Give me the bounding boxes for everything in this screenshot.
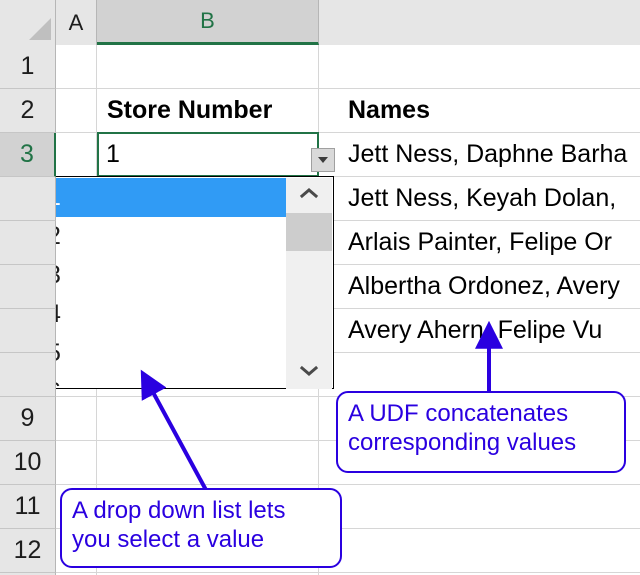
gridline xyxy=(56,572,640,573)
row-header-11[interactable]: 11 xyxy=(0,485,56,529)
dropdown-item[interactable]: 4 xyxy=(37,295,322,334)
selected-cell-b3[interactable]: 1 xyxy=(97,132,319,177)
dropdown-item[interactable]: 3 xyxy=(37,256,322,295)
row-header-8[interactable] xyxy=(0,353,56,397)
scroll-down-button[interactable] xyxy=(286,356,332,386)
dropdown-items[interactable]: 1 2 3 4 5 6 7 8 xyxy=(37,178,322,389)
column-header-b[interactable]: B xyxy=(97,0,319,45)
cell-c5[interactable]: Arlais Painter, Felipe Or xyxy=(339,221,640,264)
row-header-12[interactable]: 12 xyxy=(0,529,56,573)
select-all-corner[interactable] xyxy=(0,0,56,45)
dropdown-item[interactable]: 6 xyxy=(37,373,322,389)
row-header-2[interactable]: 2 xyxy=(0,89,56,133)
cell-c7[interactable]: Avery Ahern, Felipe Vu xyxy=(339,309,640,352)
chevron-up-icon xyxy=(299,188,319,199)
row-header-9[interactable]: 9 xyxy=(0,397,56,441)
chevron-down-icon xyxy=(299,365,319,376)
cell-c6[interactable]: Albertha Ordonez, Avery xyxy=(339,265,640,308)
cell-b2[interactable]: Store Number xyxy=(98,89,318,132)
column-header-c[interactable] xyxy=(319,0,640,45)
cell-c2[interactable]: Names xyxy=(339,89,639,132)
row-header-1[interactable]: 1 xyxy=(0,45,56,89)
arrow-to-dropdown xyxy=(140,369,208,491)
cell-b3-value: 1 xyxy=(106,140,120,168)
dropdown-item[interactable]: 2 xyxy=(37,217,322,256)
dropdown-item[interactable]: 1 xyxy=(37,178,322,217)
column-header-a[interactable]: A xyxy=(56,0,97,45)
chevron-down-icon xyxy=(318,157,328,163)
row-header-3[interactable]: 3 xyxy=(0,133,56,177)
row-header-5[interactable] xyxy=(0,221,56,265)
udf-callout: A UDF concatenates corresponding values xyxy=(336,391,626,473)
row-header-4[interactable] xyxy=(0,177,56,221)
spreadsheet-grid[interactable]: Store Number Names Jett Ness, Daphne Bar… xyxy=(0,0,640,575)
scrollbar-thumb[interactable] xyxy=(286,213,332,251)
scroll-up-button[interactable] xyxy=(286,178,332,208)
row-header-6[interactable] xyxy=(0,265,56,309)
dropdown-item[interactable]: 5 xyxy=(37,334,322,373)
row-header-10[interactable]: 10 xyxy=(0,441,56,485)
dropdown-list[interactable]: 1 2 3 4 5 6 7 8 xyxy=(35,176,334,389)
cell-c3[interactable]: Jett Ness, Daphne Barha xyxy=(339,133,640,176)
dropdown-callout: A drop down list lets you select a value xyxy=(60,488,342,568)
row-header-7[interactable] xyxy=(0,309,56,353)
dropdown-scrollbar[interactable] xyxy=(286,178,332,389)
dropdown-toggle-button[interactable] xyxy=(311,148,335,172)
cell-c4[interactable]: Jett Ness, Keyah Dolan, xyxy=(339,177,640,220)
gridline xyxy=(56,484,640,485)
triangle-icon xyxy=(29,18,51,40)
